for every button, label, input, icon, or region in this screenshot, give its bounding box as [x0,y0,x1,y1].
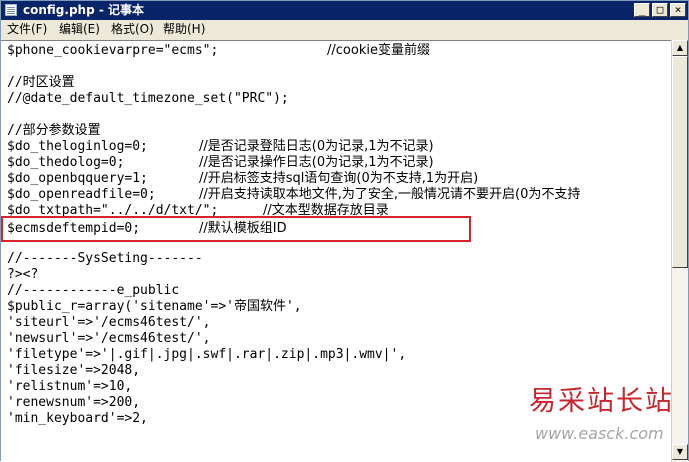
code-comment: //开启标签支持sql语句查询(0为不支持,1为开启) [199,171,479,186]
code-text: //-------SysSeting------- [7,251,203,266]
notepad-window: config.php - 记事本 _ □ × 文件(F) 编辑(E) 格式(O)… [0,0,689,462]
code-text: 'filetype'=>'|.gif|.jpg|.swf|.rar|.zip|.… [7,347,407,362]
code-text: $do_thedolog=0; [7,155,125,170]
code-text: $public_r=array('sitename'=>'帝国软件', [7,299,302,314]
watermark-site-name: 易采站长站 [529,386,674,417]
code-text: 'relistnum'=>10, [7,379,133,394]
code-line: 'min_keyboard'=>2, [7,411,148,427]
code-line: 'relistnum'=>10, [7,379,132,395]
code-line: $public_r=array('sitename'=>'帝国软件', [7,299,302,315]
code-line: $do_thedolog=0; //是否记录操作日志(0为记录,1为不记录) [7,155,434,171]
code-comment: //开启支持读取本地文件,为了安全,一般情况请不要开启(0为不支持 [199,187,581,202]
scroll-up-arrow-icon[interactable]: ▲ [672,40,688,56]
code-line: 'renewsnum'=>200, [7,395,140,411]
code-text: //时区设置 [7,75,75,90]
code-text: $do_openreadfile=0; [7,187,156,202]
code-line: $do_theloginlog=0; //是否记录登陆日志(0为记录,1为不记录) [7,139,434,155]
code-line: $phone_cookievarpre="ecms"; //cookie变量前缀 [7,43,430,59]
code-text: 'newsurl'=>'/ecms46test/', [7,331,211,346]
menu-bar: 文件(F) 编辑(E) 格式(O) 帮助(H) [1,20,688,39]
menu-edit[interactable]: 编辑(E) [59,20,100,39]
maximize-button[interactable]: □ [652,3,668,17]
code-line: 'filesize'=>2048, [7,363,140,379]
code-text: $do_openbqquery=1; [7,171,148,186]
code-line: $do_openreadfile=0; //开启支持读取本地文件,为了安全,一般情… [7,187,580,203]
code-comment: //cookie变量前缀 [327,43,430,58]
menu-format[interactable]: 格式(O) [111,20,154,39]
watermark-url: www.easck.com [535,424,664,443]
close-button[interactable]: × [670,3,686,17]
code-text: ?><? [7,267,39,282]
code-line: 'siteurl'=>'/ecms46test/', [7,315,211,331]
notepad-icon [5,4,17,16]
code-text: //部分参数设置 [7,123,101,138]
code-comment: //是否记录操作日志(0为记录,1为不记录) [199,155,434,170]
code-line: //------------e_public [7,283,179,299]
code-text: 'min_keyboard'=>2, [7,411,148,426]
code-comment: //是否记录登陆日志(0为记录,1为不记录) [199,139,434,154]
code-line: //-------SysSeting------- [7,251,203,267]
code-line: $do_openbqquery=1; //开启标签支持sql语句查询(0为不支持,… [7,171,478,187]
highlight-box [1,216,471,242]
code-line: 'newsurl'=>'/ecms46test/', [7,331,211,347]
code-line: 'filetype'=>'|.gif|.jpg|.swf|.rar|.zip|.… [7,347,406,363]
code-line: //@date_default_timezone_set("PRC"); [7,91,289,107]
site-watermark: 易采站长站 www.easck.com [529,386,689,456]
code-text: 'siteurl'=>'/ecms46test/', [7,315,211,330]
menu-file[interactable]: 文件(F) [7,20,47,39]
code-text: 'renewsnum'=>200, [7,395,141,410]
code-text: //@date_default_timezone_set("PRC"); [7,91,289,106]
code-line: //部分参数设置 [7,123,101,139]
minimize-button[interactable]: _ [634,3,650,17]
code-text: $phone_cookievarpre="ecms"; [7,43,219,58]
code-text: $do_theloginlog=0; [7,139,148,154]
title-bar[interactable]: config.php - 记事本 _ □ × [1,1,688,20]
scroll-thumb[interactable] [672,56,688,268]
window-title: config.php - 记事本 [23,3,145,17]
code-line: ?><? [7,267,38,283]
code-line: //时区设置 [7,75,75,91]
code-text: 'filesize'=>2048, [7,363,141,378]
code-text: //------------e_public [7,283,180,298]
menu-help[interactable]: 帮助(H) [163,20,205,39]
